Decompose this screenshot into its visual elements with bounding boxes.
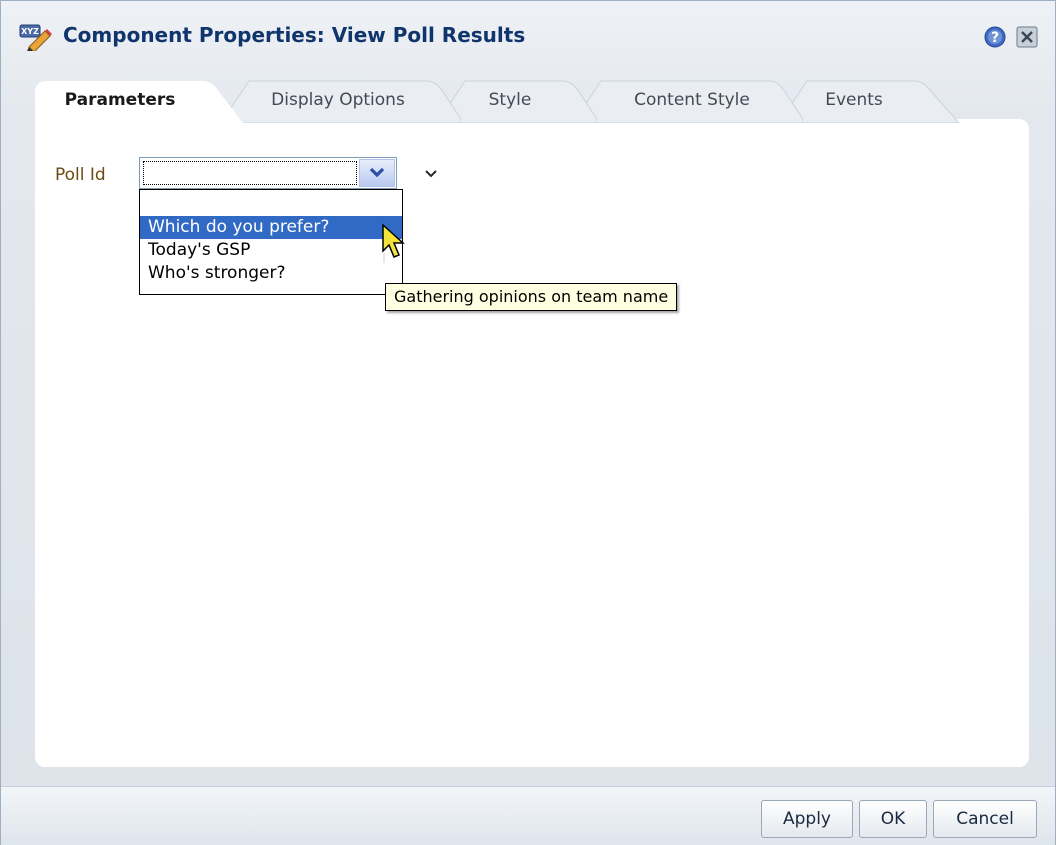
tab-label: Display Options — [271, 90, 405, 110]
poll-id-label: Poll Id — [55, 165, 106, 185]
close-icon[interactable] — [1016, 26, 1038, 48]
title-bar: XYZ Component Properties: View Poll Resu… — [1, 1, 1055, 73]
list-item[interactable]: Which do you prefer? — [140, 216, 402, 239]
mouse-cursor-icon — [382, 223, 405, 263]
poll-id-select[interactable] — [139, 157, 397, 189]
apply-button[interactable]: Apply — [761, 800, 853, 838]
list-item[interactable]: Who's stronger? — [140, 262, 402, 285]
option-tooltip: Gathering opinions on team name — [385, 283, 678, 311]
component-properties-dialog: XYZ Component Properties: View Poll Resu… — [0, 0, 1056, 845]
xyz-pencil-icon: XYZ — [19, 24, 52, 51]
tab-label: Parameters — [64, 90, 176, 110]
tab-label: Events — [825, 90, 883, 110]
dialog-title: Component Properties: View Poll Results — [63, 23, 526, 47]
tab-events[interactable]: Events — [779, 79, 969, 123]
tab-parameters[interactable]: Parameters — [35, 79, 245, 123]
dropdown-button[interactable] — [359, 159, 395, 187]
chevron-down-icon — [369, 167, 385, 178]
tab-style[interactable]: Style — [437, 79, 597, 123]
ok-button[interactable]: OK — [859, 800, 927, 838]
svg-text:XYZ: XYZ — [21, 27, 39, 36]
list-item[interactable] — [140, 190, 402, 216]
dialog-footer: Apply OK Cancel — [1, 786, 1055, 845]
tab-display-options[interactable]: Display Options — [221, 79, 461, 123]
tab-label: Content Style — [634, 90, 750, 110]
cancel-button[interactable]: Cancel — [933, 800, 1037, 838]
help-icon[interactable]: ? — [984, 26, 1006, 48]
poll-id-dropdown-list: Which do you prefer? Today's GSP Who's s… — [139, 189, 403, 295]
svg-text:?: ? — [991, 30, 999, 46]
tab-bar: Parameters Display Options Style Content… — [35, 79, 1035, 123]
poll-id-value — [143, 161, 357, 185]
tab-content-style[interactable]: Content Style — [573, 79, 803, 123]
list-item[interactable]: Today's GSP — [140, 239, 402, 262]
parameters-panel: Poll Id Which do you prefer? Today's GSP… — [35, 119, 1029, 767]
tab-label: Style — [488, 90, 532, 110]
chevron-down-icon[interactable] — [421, 163, 441, 183]
